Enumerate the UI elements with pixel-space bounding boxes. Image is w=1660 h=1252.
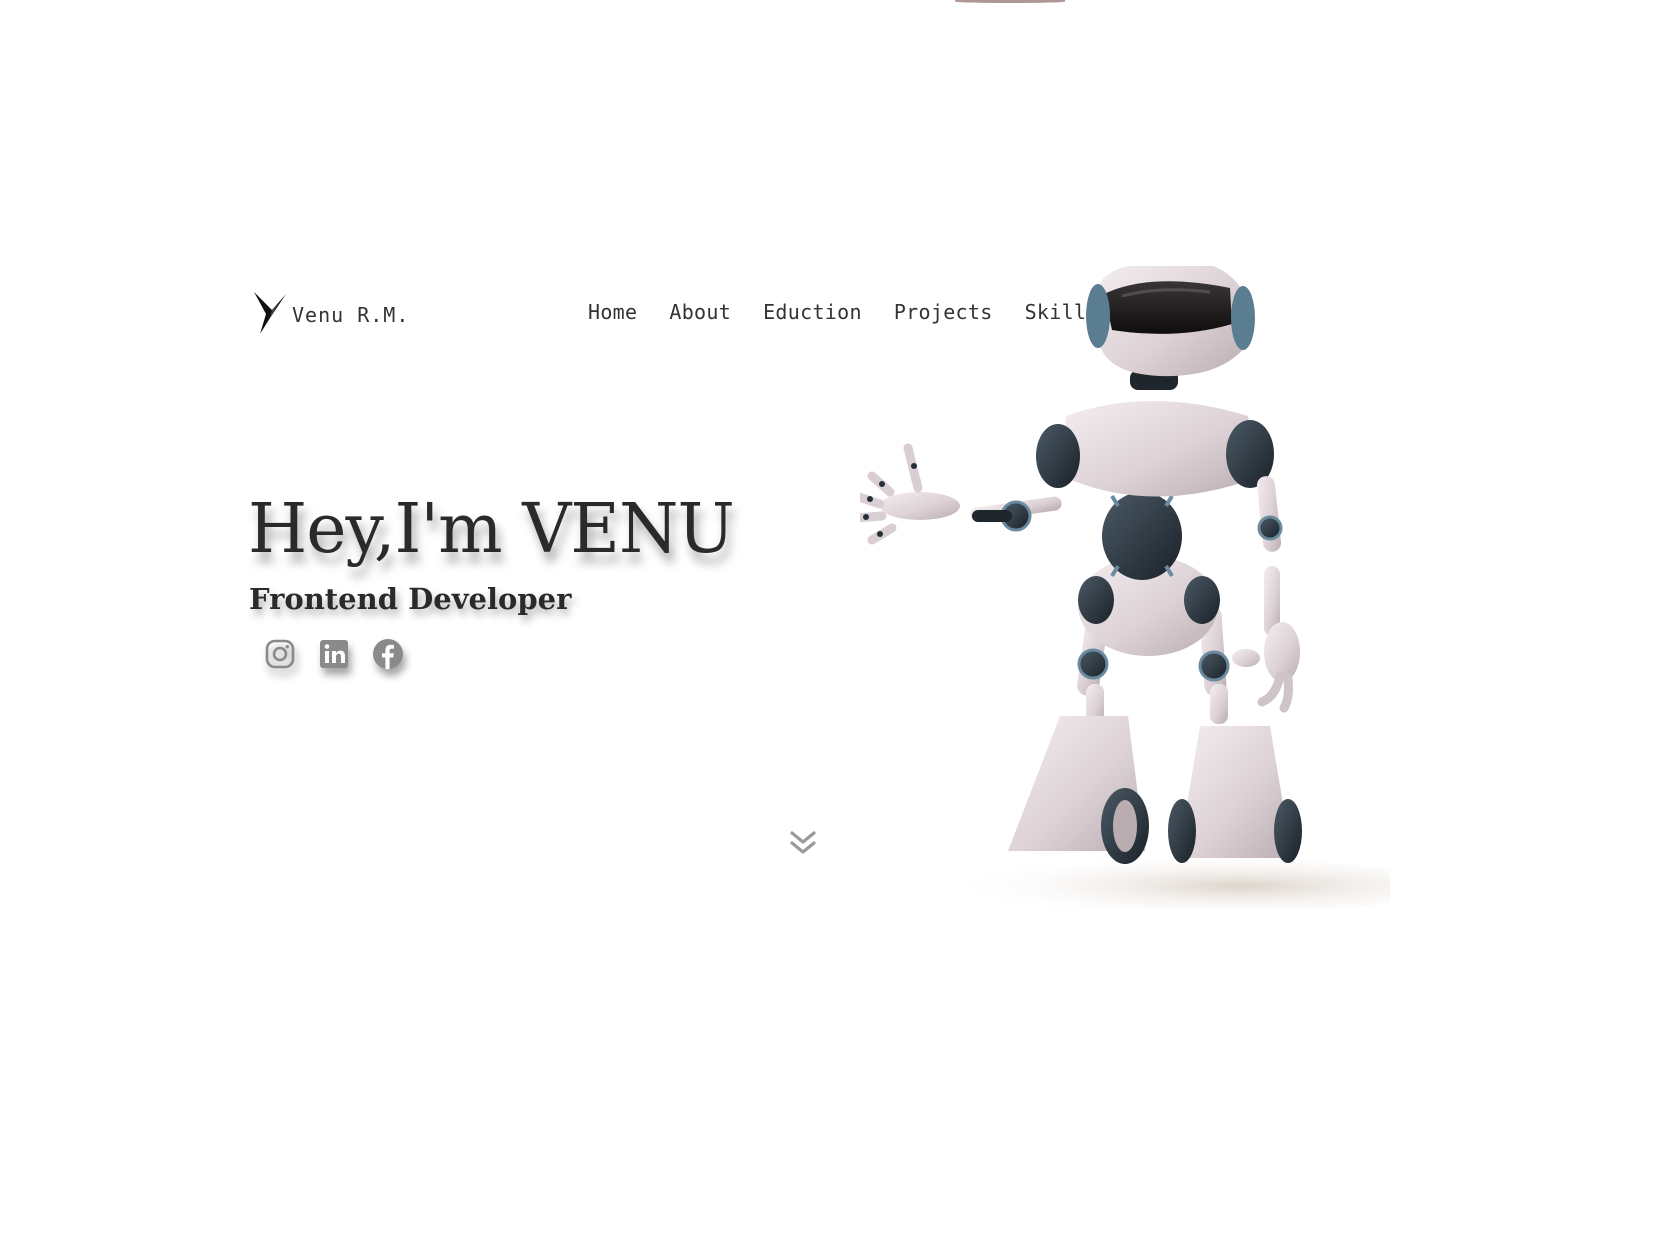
hero-subtitle: Frontend Developer	[249, 582, 572, 616]
brand[interactable]: Venu R.M.	[252, 290, 409, 336]
robot-illustration	[860, 266, 1390, 908]
facebook-icon[interactable]	[372, 638, 404, 670]
instagram-icon[interactable]	[264, 638, 296, 670]
page: Venu R.M. Home About Eduction Projects S…	[0, 0, 1660, 1252]
social-links	[264, 638, 404, 670]
y-logo-icon	[254, 292, 286, 334]
linkedin-icon[interactable]	[318, 638, 350, 670]
brand-name: Venu R.M.	[292, 303, 410, 327]
nav-about[interactable]: About	[669, 300, 731, 324]
top-edge-artifact	[955, 0, 1065, 3]
double-chevron-down-icon[interactable]	[788, 828, 818, 858]
hero-title: Hey,I'm VENU	[248, 490, 735, 569]
nav-eduction[interactable]: Eduction	[763, 300, 862, 324]
nav-home[interactable]: Home	[588, 300, 637, 324]
